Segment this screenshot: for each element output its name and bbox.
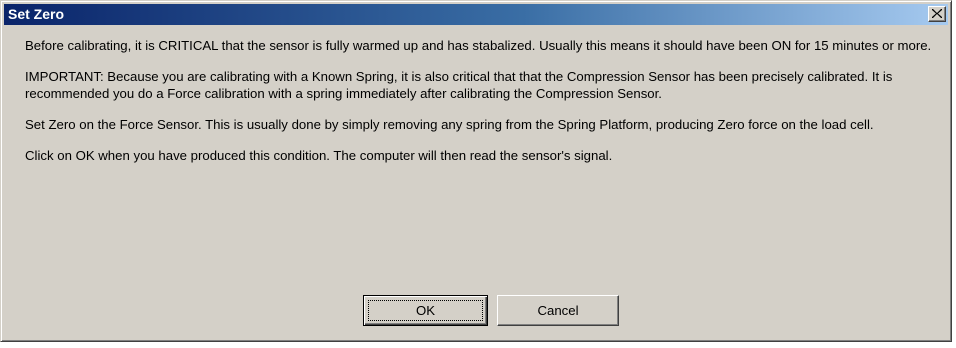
cancel-button[interactable]: Cancel xyxy=(497,295,619,326)
message-body: Before calibrating, it is CRITICAL that … xyxy=(25,37,937,178)
message-paragraph-warmup: Before calibrating, it is CRITICAL that … xyxy=(25,38,932,53)
set-zero-dialog: Set Zero Before calibrating, it is CRITI… xyxy=(0,0,952,342)
close-button[interactable] xyxy=(928,6,946,22)
message-paragraph-important: IMPORTANT: Because you are calibrating w… xyxy=(25,69,893,101)
close-x-icon xyxy=(932,9,942,18)
message-paragraph-click-ok: Click on OK when you have produced this … xyxy=(25,148,613,163)
window-title: Set Zero xyxy=(8,6,65,22)
message-paragraph-set-zero: Set Zero on the Force Sensor. This is us… xyxy=(25,117,874,132)
ok-button-label: OK xyxy=(415,303,436,318)
title-bar[interactable]: Set Zero xyxy=(4,4,948,25)
ok-button[interactable]: OK xyxy=(363,295,488,326)
